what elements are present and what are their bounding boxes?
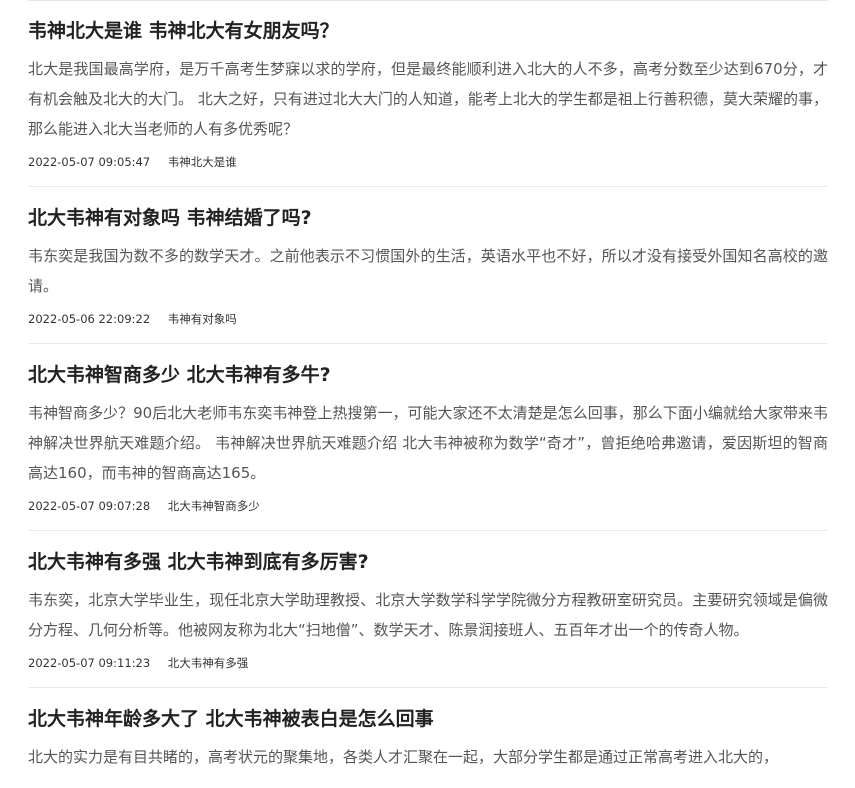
article-title-link[interactable]: 北大韦神有对象吗 韦神结婚了吗?: [28, 205, 828, 231]
article-date: 2022-05-07 09:07:28: [28, 499, 151, 513]
article-date: 2022-05-06 22:09:22: [28, 312, 151, 326]
article-title-link[interactable]: 韦神北大是谁 韦神北大有女朋友吗？: [28, 18, 828, 44]
article-date: 2022-05-07 09:11:23: [28, 656, 151, 670]
article-summary: 韦东奕，北京大学毕业生，现任北京大学助理教授、北京大学数学科学学院微分方程教研室…: [28, 591, 828, 639]
article-summary: 北大的实力是有目共睹的，高考状元的聚集地，各类人才汇聚在一起，大部分学生都是通过…: [28, 748, 779, 766]
article-tag-link[interactable]: 北大韦神有多强: [168, 655, 249, 671]
article-meta: 2022-05-06 22:09:22 韦神有对象吗: [28, 311, 828, 327]
article-item: 北大韦神有多强 北大韦神到底有多厉害? 韦东奕，北京大学毕业生，现任北京大学助理…: [28, 531, 828, 688]
article-meta: 2022-05-07 09:07:28 北大韦神智商多少: [28, 498, 828, 514]
article-title-link[interactable]: 北大韦神年龄多大了 北大韦神被表白是怎么回事: [28, 706, 828, 732]
article-summary: 北大是我国最高学府，是万千高考生梦寐以求的学府，但是最终能顺利进入北大的人不多，…: [28, 60, 828, 138]
article-summary: 韦神智商多少？90后北大老师韦东奕韦神登上热搜第一，可能大家还不太清楚是怎么回事…: [28, 404, 828, 482]
article-item: 北大韦神有对象吗 韦神结婚了吗? 韦东奕是我国为数不多的数学天才。之前他表示不习…: [28, 187, 828, 344]
article-item: 北大韦神智商多少 北大韦神有多牛? 韦神智商多少？90后北大老师韦东奕韦神登上热…: [28, 344, 828, 531]
article-date: 2022-05-07 09:05:47: [28, 155, 151, 169]
article-summary: 韦东奕是我国为数不多的数学天才。之前他表示不习惯国外的生活，英语水平也不好，所以…: [28, 247, 828, 295]
article-item: 韦神北大是谁 韦神北大有女朋友吗？ 北大是我国最高学府，是万千高考生梦寐以求的学…: [28, 0, 828, 187]
article-meta: 2022-05-07 09:05:47 韦神北大是谁: [28, 154, 828, 170]
article-tag-link[interactable]: 韦神有对象吗: [168, 311, 237, 327]
article-tag-link[interactable]: 北大韦神智商多少: [168, 498, 260, 514]
article-title-link[interactable]: 北大韦神有多强 北大韦神到底有多厉害?: [28, 549, 828, 575]
article-title-link[interactable]: 北大韦神智商多少 北大韦神有多牛?: [28, 362, 828, 388]
article-meta: 2022-05-07 09:11:23 北大韦神有多强: [28, 655, 828, 671]
article-list: 韦神北大是谁 韦神北大有女朋友吗？ 北大是我国最高学府，是万千高考生梦寐以求的学…: [28, 0, 828, 788]
article-item: 北大韦神年龄多大了 北大韦神被表白是怎么回事 北大的实力是有目共睹的，高考状元的…: [28, 688, 828, 788]
article-tag-link[interactable]: 韦神北大是谁: [168, 154, 237, 170]
